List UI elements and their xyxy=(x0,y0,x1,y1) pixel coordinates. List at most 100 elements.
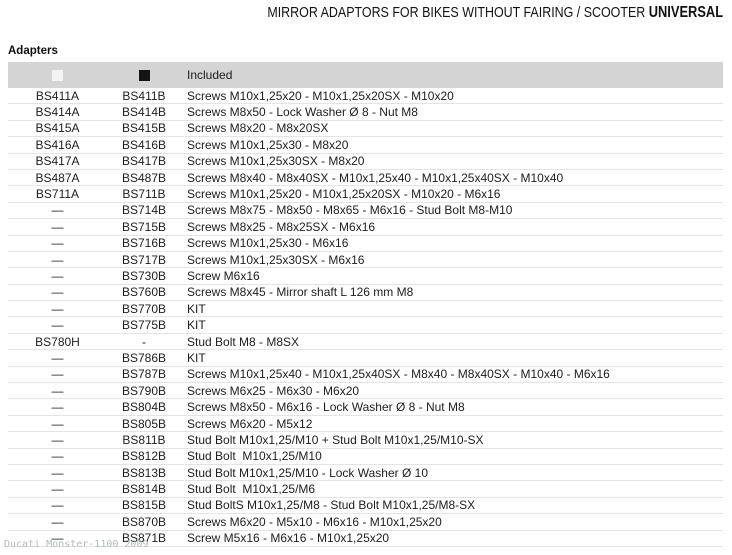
adapter-b-cell: BS790B xyxy=(107,384,181,398)
adapter-b-cell: BS870B xyxy=(107,515,181,529)
adapter-a-cell: BS411A xyxy=(8,89,107,103)
adapter-a-cell: BS415A xyxy=(8,121,107,135)
table-row: BS711A BS711B Screws M10x1,25x20 - M10x1… xyxy=(8,186,723,202)
page-title: MIRROR ADAPTORS FOR BIKES WITHOUT FAIRIN… xyxy=(267,4,723,22)
table-row: — BS787B Screws M10x1,25x40 - M10x1,25x4… xyxy=(8,367,723,383)
included-cell: Screws M10x1,25x30SX - M8x20 xyxy=(181,154,723,168)
table-row: — BS717B Screws M10x1,25x30SX - M6x16 xyxy=(8,252,723,268)
adapter-b-cell: BS787B xyxy=(107,367,181,381)
included-cell: Screws M8x50 - M6x16 - Lock Washer Ø 8 -… xyxy=(181,400,723,414)
adapter-a-cell: — xyxy=(8,351,107,365)
table-row: — BS770B KIT xyxy=(8,301,723,317)
watermark-text: Ducati Monster-1100 2009 xyxy=(4,539,149,550)
included-cell: KIT xyxy=(181,351,723,365)
adapter-b-cell: BS815B xyxy=(107,498,181,512)
adapter-a-cell: — xyxy=(8,482,107,496)
included-cell: Screws M10x1,25x30 - M6x16 xyxy=(181,236,723,250)
adapter-a-cell: — xyxy=(8,203,107,217)
included-cell: Screw M6x16 xyxy=(181,269,723,283)
adapter-b-cell: BS786B xyxy=(107,351,181,365)
included-cell: Screws M6x20 - M5x10 - M6x16 - M10x1,25x… xyxy=(181,515,723,529)
table-row: — BS715B Screws M8x25 - M8x25SX - M6x16 xyxy=(8,219,723,235)
table-header-row: Included xyxy=(8,62,723,88)
table-row: BS414A BS414B Screws M8x50 - Lock Washer… xyxy=(8,104,723,120)
included-cell: Screws M6x20 - M5x12 xyxy=(181,417,723,431)
adapter-b-cell: BS814B xyxy=(107,482,181,496)
included-cell: KIT xyxy=(181,318,723,332)
adapter-a-cell: — xyxy=(8,236,107,250)
included-cell: Screws M8x25 - M8x25SX - M6x16 xyxy=(181,220,723,234)
page-title-emphasis: UNIVERSAL xyxy=(649,4,723,21)
table-row: BS415A BS415B Screws M8x20 - M8x20SX xyxy=(8,121,723,137)
table-row: — BS815B Stud BoltS M10x1,25/M8 - Stud B… xyxy=(8,498,723,514)
adapter-b-cell: BS804B xyxy=(107,400,181,414)
table-row: BS780H - Stud Bolt M8 - M8SX xyxy=(8,334,723,350)
adapter-a-cell: BS416A xyxy=(8,138,107,152)
adapter-a-cell: — xyxy=(8,302,107,316)
included-cell: Screws M8x40 - M8x40SX - M10x1,25x40 - M… xyxy=(181,171,723,185)
adapter-a-cell: — xyxy=(8,367,107,381)
table-row: — BS804B Screws M8x50 - M6x16 - Lock Was… xyxy=(8,399,723,415)
included-cell: Screws M8x20 - M8x20SX xyxy=(181,121,723,135)
table-row: — BS730B Screw M6x16 xyxy=(8,268,723,284)
table-row: — BS814B Stud Bolt M10x1,25/M6 xyxy=(8,481,723,497)
adapter-b-cell: BS813B xyxy=(107,466,181,480)
table-row: BS487A BS487B Screws M8x40 - M8x40SX - M… xyxy=(8,170,723,186)
included-cell: Screws M10x1,25x30 - M8x20 xyxy=(181,138,723,152)
adapter-b-cell: - xyxy=(107,335,181,349)
adapter-b-cell: BS760B xyxy=(107,285,181,299)
adapter-b-cell: BS417B xyxy=(107,154,181,168)
included-cell: Stud Bolt M10x1,25/M10 - Lock Washer Ø 1… xyxy=(181,466,723,480)
adapter-a-cell: — xyxy=(8,515,107,529)
table-row: — BS716B Screws M10x1,25x30 - M6x16 xyxy=(8,236,723,252)
included-cell: Screws M8x50 - Lock Washer Ø 8 - Nut M8 xyxy=(181,105,723,119)
adapter-b-cell: BS411B xyxy=(107,89,181,103)
adapter-a-cell: — xyxy=(8,449,107,463)
table-row: — BS790B Screws M6x25 - M6x30 - M6x20 xyxy=(8,383,723,399)
adapter-a-cell: — xyxy=(8,318,107,332)
header-col-included: Included xyxy=(181,68,723,82)
adapter-b-cell: BS805B xyxy=(107,417,181,431)
adapter-a-cell: BS487A xyxy=(8,171,107,185)
adapter-b-cell: BS811B xyxy=(107,433,181,447)
adapter-b-cell: BS415B xyxy=(107,121,181,135)
adapter-a-cell: — xyxy=(8,466,107,480)
adapter-b-cell: BS414B xyxy=(107,105,181,119)
adapter-a-cell: BS780H xyxy=(8,335,107,349)
included-cell: Screws M6x25 - M6x30 - M6x20 xyxy=(181,384,723,398)
table-row: — BS775B KIT xyxy=(8,317,723,333)
included-cell: Screws M10x1,25x20 - M10x1,25x20SX - M10… xyxy=(181,187,723,201)
included-cell: Screws M8x45 - Mirror shaft L 126 mm M8 xyxy=(181,285,723,299)
adapter-b-cell: BS775B xyxy=(107,318,181,332)
adapter-a-cell: BS711A xyxy=(8,187,107,201)
included-cell: Stud Bolt M10x1,25/M10 + Stud Bolt M10x1… xyxy=(181,433,723,447)
adapter-a-cell: — xyxy=(8,417,107,431)
adapter-b-cell: BS716B xyxy=(107,236,181,250)
header-col-adapter-a xyxy=(8,70,107,81)
adapter-b-cell: BS714B xyxy=(107,203,181,217)
adapter-a-cell: — xyxy=(8,285,107,299)
included-cell: Stud Bolt M8 - M8SX xyxy=(181,335,723,349)
white-square-icon xyxy=(52,70,63,81)
table-row: — BS870B Screws M6x20 - M5x10 - M6x16 - … xyxy=(8,514,723,530)
adapter-a-cell: — xyxy=(8,433,107,447)
adapter-a-cell: — xyxy=(8,220,107,234)
adapter-b-cell: BS717B xyxy=(107,253,181,267)
included-cell: KIT xyxy=(181,302,723,316)
adapter-a-cell: — xyxy=(8,384,107,398)
adapter-a-cell: — xyxy=(8,400,107,414)
table-row: — BS811B Stud Bolt M10x1,25/M10 + Stud B… xyxy=(8,432,723,448)
adapters-section-label: Adapters xyxy=(8,45,58,57)
adapters-table: Included BS411A BS411B Screws M10x1,25x2… xyxy=(8,62,723,547)
adapter-b-cell: BS487B xyxy=(107,171,181,185)
included-cell: Stud BoltS M10x1,25/M8 - Stud Bolt M10x1… xyxy=(181,498,723,512)
black-square-icon xyxy=(139,70,150,81)
included-cell: Screws M10x1,25x20 - M10x1,25x20SX - M10… xyxy=(181,89,723,103)
included-cell: Screws M10x1,25x40 - M10x1,25x40SX - M8x… xyxy=(181,367,723,381)
adapter-a-cell: — xyxy=(8,269,107,283)
table-row: — BS812B Stud Bolt M10x1,25/M10 xyxy=(8,449,723,465)
table-row: — BS813B Stud Bolt M10x1,25/M10 - Lock W… xyxy=(8,465,723,481)
adapter-a-cell: BS414A xyxy=(8,105,107,119)
table-row: BS417A BS417B Screws M10x1,25x30SX - M8x… xyxy=(8,154,723,170)
adapter-a-cell: BS417A xyxy=(8,154,107,168)
